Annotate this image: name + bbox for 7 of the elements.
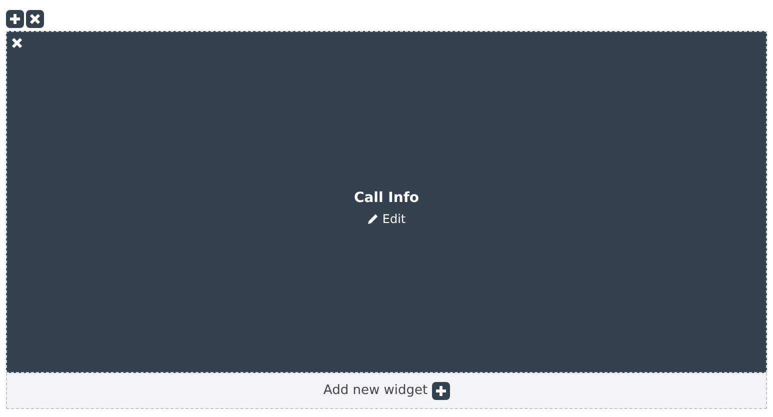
- close-icon[interactable]: [26, 10, 44, 28]
- add-widget-button[interactable]: Add new widget: [323, 382, 450, 400]
- add-icon: [432, 382, 450, 400]
- pencil-icon: [367, 213, 380, 225]
- add-icon[interactable]: [6, 10, 24, 28]
- widget-title: Call Info: [354, 190, 420, 206]
- edit-link[interactable]: Edit: [367, 212, 406, 226]
